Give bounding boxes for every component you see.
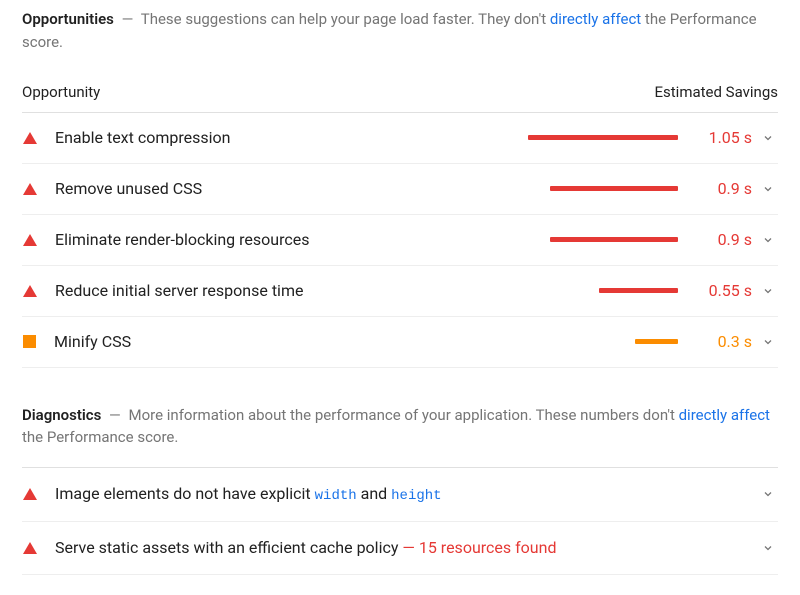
opportunities-table-header: Opportunity Estimated Savings xyxy=(22,73,778,113)
diagnostic-label: Serve static assets with an efficient ca… xyxy=(47,536,752,560)
savings-bar xyxy=(550,237,678,242)
chevron-down-icon[interactable] xyxy=(762,132,778,144)
code-token: width xyxy=(315,488,357,504)
opportunity-label: Reduce initial server response time xyxy=(47,279,508,303)
diagnostic-label: Image elements do not have explicit widt… xyxy=(47,482,752,507)
opportunity-label: Eliminate render-blocking resources xyxy=(47,228,508,252)
savings-bar xyxy=(528,135,678,140)
savings-bar-wrap xyxy=(518,186,678,191)
opportunities-desc-pre: These suggestions can help your page loa… xyxy=(141,10,550,28)
diagnostic-extra: 15 resources found xyxy=(419,538,557,557)
chevron-down-icon[interactable] xyxy=(762,542,778,554)
savings-bar xyxy=(550,186,678,191)
dash: — xyxy=(105,406,125,424)
diagnostics-header: Diagnostics — More information about the… xyxy=(22,404,778,449)
savings-value: 0.9 s xyxy=(688,228,752,252)
code-token: height xyxy=(391,488,441,504)
opportunity-row[interactable]: Reduce initial server response time 0.55 … xyxy=(22,266,778,317)
diagnostic-row[interactable]: Image elements do not have explicit widt… xyxy=(22,468,778,522)
savings-bar-wrap xyxy=(518,288,678,293)
opportunity-label: Minify CSS xyxy=(46,330,508,354)
diagnostics-title: Diagnostics xyxy=(22,406,101,424)
opportunity-row[interactable]: Minify CSS 0.3 s xyxy=(22,317,778,368)
diagnostics-list: Image elements do not have explicit widt… xyxy=(22,468,778,575)
savings-bar-wrap xyxy=(518,237,678,242)
savings-value: 1.05 s xyxy=(688,126,752,150)
chevron-down-icon[interactable] xyxy=(762,183,778,195)
diagnostics-desc-pre: More information about the performance o… xyxy=(129,406,679,424)
savings-bar-wrap xyxy=(518,339,678,344)
warning-triangle-icon xyxy=(23,285,37,297)
col-opportunity: Opportunity xyxy=(22,81,100,104)
chevron-down-icon[interactable] xyxy=(762,488,778,500)
diagnostics-desc-link[interactable]: directly affect xyxy=(679,406,770,424)
dash: — xyxy=(118,10,138,28)
opportunity-row[interactable]: Enable text compression 1.05 s xyxy=(22,113,778,164)
warning-triangle-icon xyxy=(23,234,37,246)
col-savings: Estimated Savings xyxy=(655,81,779,104)
warning-triangle-icon xyxy=(23,132,37,144)
diagnostic-extra-dash: — xyxy=(402,538,418,557)
opportunity-row[interactable]: Remove unused CSS 0.9 s xyxy=(22,164,778,215)
warning-triangle-icon xyxy=(23,183,37,195)
savings-value: 0.3 s xyxy=(688,330,752,354)
diagnostic-label-text: Serve static assets with an efficient ca… xyxy=(55,538,398,557)
chevron-down-icon[interactable] xyxy=(762,234,778,246)
opportunities-list: Enable text compression 1.05 s Remove unus… xyxy=(22,113,778,368)
opportunities-header: Opportunities — These suggestions can he… xyxy=(22,8,778,53)
savings-value: 0.9 s xyxy=(688,177,752,201)
warning-triangle-icon xyxy=(23,488,37,500)
opportunity-label: Enable text compression xyxy=(47,126,508,150)
chevron-down-icon[interactable] xyxy=(762,285,778,297)
opportunity-row[interactable]: Eliminate render-blocking resources 0.9 s xyxy=(22,215,778,266)
opportunities-desc-link[interactable]: directly affect xyxy=(550,10,641,28)
diagnostics-desc-post: the Performance score. xyxy=(22,428,178,446)
diagnostic-row[interactable]: Serve static assets with an efficient ca… xyxy=(22,522,778,575)
chevron-down-icon[interactable] xyxy=(762,336,778,348)
savings-bar xyxy=(635,339,678,344)
savings-bar xyxy=(599,288,678,293)
savings-value: 0.55 s xyxy=(688,279,752,303)
opportunities-title: Opportunities xyxy=(22,10,114,28)
opportunity-label: Remove unused CSS xyxy=(47,177,508,201)
warning-square-icon xyxy=(23,335,36,348)
warning-triangle-icon xyxy=(23,542,37,554)
savings-bar-wrap xyxy=(518,135,678,140)
